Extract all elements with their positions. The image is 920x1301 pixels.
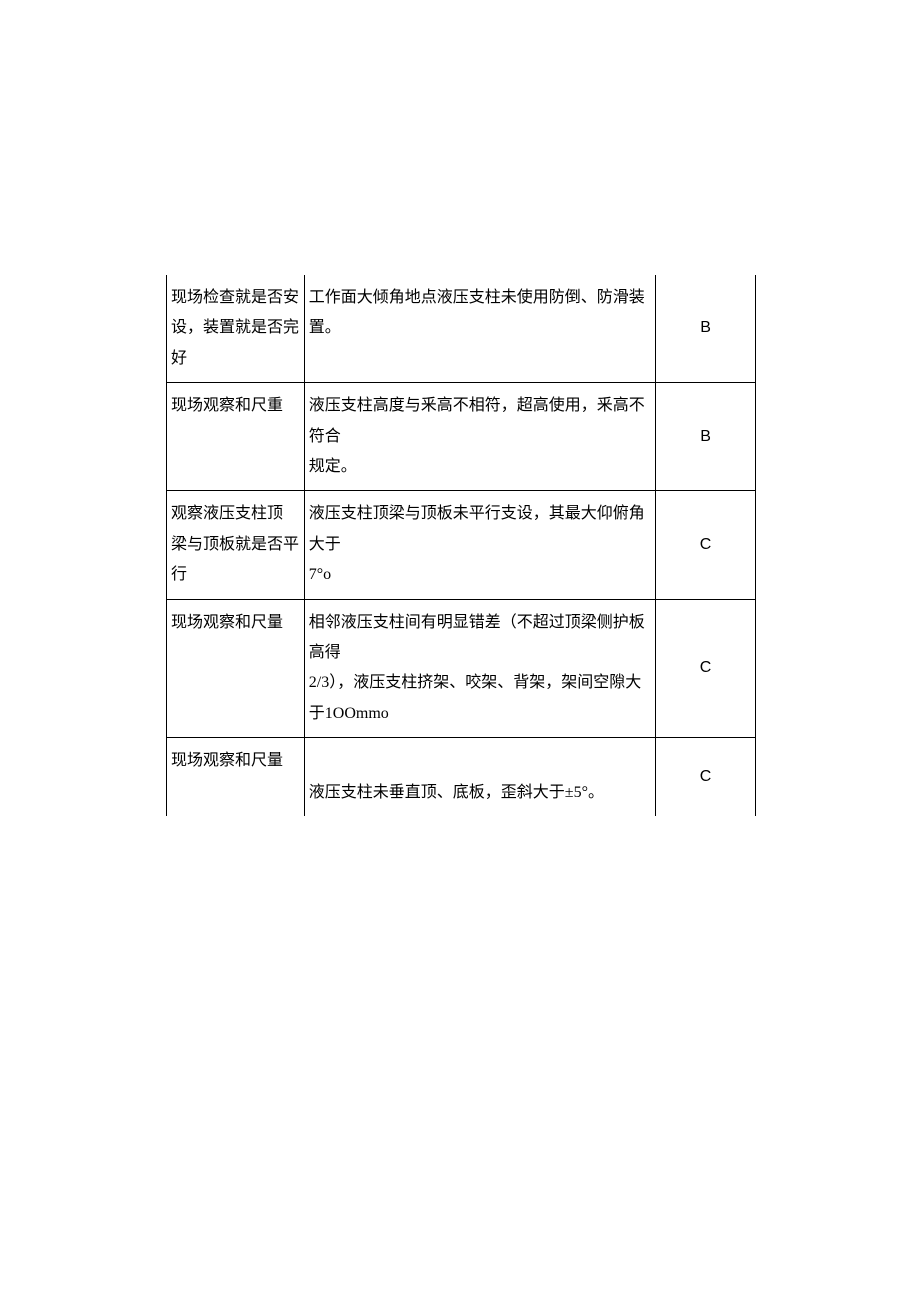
grade-cell: C [656, 738, 756, 817]
description-cell: 液压支柱顶梁与顶板未平行支设，其最大仰俯角大于7°o [304, 491, 655, 599]
grade-cell: C [656, 599, 756, 738]
grade-cell: B [656, 383, 756, 491]
inspection-method-cell: 现场观察和尺重 [167, 383, 305, 491]
table-row: 现场观察和尺量液压支柱未垂直顶、底板，歪斜大于±5°。C [167, 738, 756, 817]
table-row: 现场观察和尺重液压支柱高度与釆高不相符，超高使用，釆高不符合规定。B [167, 383, 756, 491]
inspection-method-cell: 现场检查就是否安设，装置就是否完好 [167, 275, 305, 383]
grade-cell: C [656, 491, 756, 599]
inspection-method-cell: 观察液压支柱顶梁与顶板就是否平行 [167, 491, 305, 599]
description-cell: 相邻液压支柱间有明显错差（不超过顶梁侧护板高得2/3），液压支柱挤架、咬架、背架… [304, 599, 655, 738]
grade-cell: B [656, 275, 756, 383]
inspection-table: 现场检查就是否安设，装置就是否完好工作面大倾角地点液压支柱未使用防倒、防滑装置。… [166, 275, 756, 816]
table: 现场检查就是否安设，装置就是否完好工作面大倾角地点液压支柱未使用防倒、防滑装置。… [166, 275, 756, 816]
inspection-method-cell: 现场观察和尺量 [167, 599, 305, 738]
description-cell: 工作面大倾角地点液压支柱未使用防倒、防滑装置。 [304, 275, 655, 383]
inspection-method-cell: 现场观察和尺量 [167, 738, 305, 817]
table-row: 现场观察和尺量相邻液压支柱间有明显错差（不超过顶梁侧护板高得2/3），液压支柱挤… [167, 599, 756, 738]
description-cell: 液压支柱高度与釆高不相符，超高使用，釆高不符合规定。 [304, 383, 655, 491]
table-row: 现场检查就是否安设，装置就是否完好工作面大倾角地点液压支柱未使用防倒、防滑装置。… [167, 275, 756, 383]
table-row: 观察液压支柱顶梁与顶板就是否平行液压支柱顶梁与顶板未平行支设，其最大仰俯角大于7… [167, 491, 756, 599]
description-cell: 液压支柱未垂直顶、底板，歪斜大于±5°。 [304, 738, 655, 817]
